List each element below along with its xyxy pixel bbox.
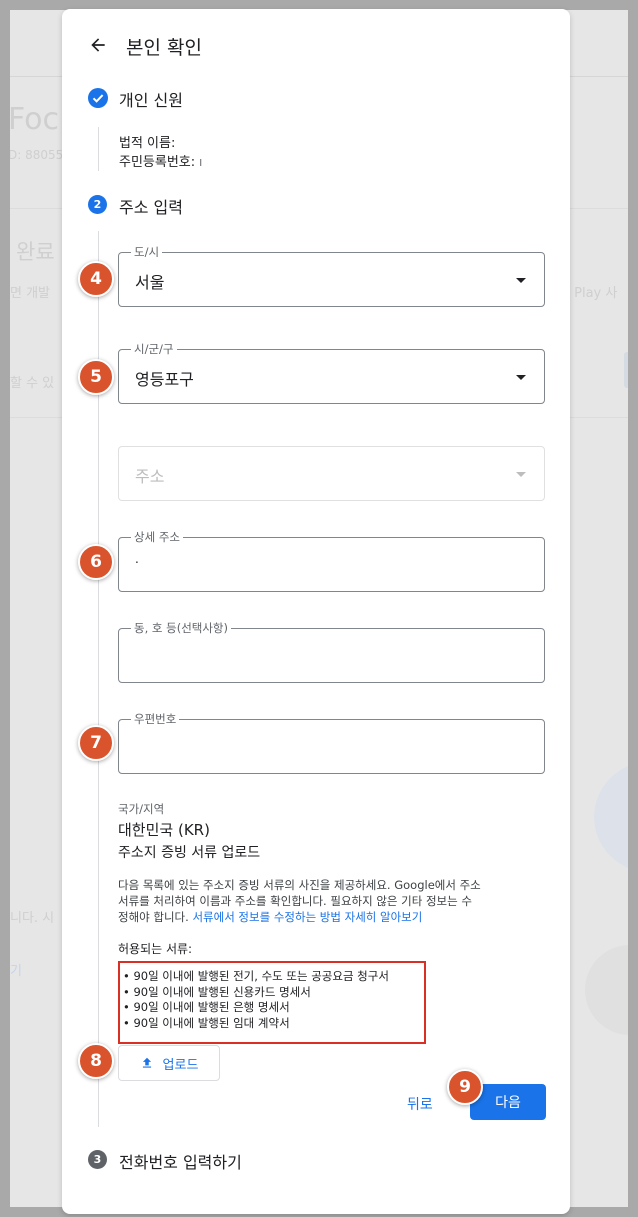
- dropdown-arrow-icon: [516, 472, 526, 477]
- detail-address-field[interactable]: 상세 주소 .: [118, 529, 545, 592]
- accepted-docs-list: • 90일 이내에 발행된 전기, 수도 또는 공공요금 청구서 • 90일 이…: [118, 961, 426, 1044]
- step3-label: 전화번호 입력하기: [119, 1153, 242, 1172]
- detail-address-value: .: [135, 552, 139, 566]
- identity-verification-dialog: 본인 확인 개인 신원 법적 이름: 주민등록번호: I 2 주소 입력 도/시…: [62, 9, 570, 1214]
- upload-icon: [142, 1057, 151, 1068]
- district-value: 영등포구: [135, 370, 194, 389]
- learn-more-link[interactable]: 서류에서 정보를 수정하는 방법 자세히 알아보기: [192, 910, 422, 924]
- district-label: 시/군/구: [131, 341, 177, 357]
- address-placeholder: 주소: [135, 467, 165, 486]
- background-heading: 완료: [16, 240, 55, 264]
- dropdown-arrow-icon: [516, 278, 526, 283]
- annotation-badge-8: 8: [78, 1043, 114, 1079]
- back-button[interactable]: 뒤로: [407, 1094, 433, 1114]
- upload-button[interactable]: 업로드: [118, 1045, 220, 1081]
- list-item: • 90일 이내에 발행된 신용카드 명세서: [123, 984, 311, 999]
- dialog-title: 본인 확인: [126, 37, 202, 59]
- background-link: 기: [10, 964, 22, 979]
- list-item: • 90일 이내에 발행된 전기, 수도 또는 공공요금 청구서: [123, 969, 389, 983]
- background-text-line: 할 수 있: [10, 376, 55, 391]
- legal-name-label: 법적 이름:: [119, 136, 176, 151]
- annotation-badge-4: 4: [78, 261, 114, 297]
- list-item: • 90일 이내에 발행된 임대 계약서: [123, 1015, 290, 1030]
- background-button-edge: [624, 352, 628, 388]
- background-text-line: 면 개발: [10, 286, 51, 301]
- description-line: 서류를 처리하여 이름과 주소를 확인합니다. 필요하지 않은 기타 정보는 수: [118, 894, 472, 908]
- background-text-line: 니다. 시: [10, 911, 55, 926]
- country-value: 대한민국 (KR): [118, 821, 210, 839]
- description-line: 정해야 합니다. 서류에서 정보를 수정하는 방법 자세히 알아보기: [118, 909, 538, 925]
- address-select[interactable]: 주소: [118, 446, 545, 501]
- annotation-badge-9: 9: [447, 1069, 483, 1105]
- postal-code-label: 우편번호: [131, 711, 180, 727]
- back-arrow-button[interactable]: [84, 31, 112, 59]
- arrow-back-icon: [91, 38, 105, 52]
- province-select[interactable]: 도/시 서울: [118, 244, 545, 307]
- background-text-line-right: e Play 사: [562, 286, 618, 301]
- step1-check-icon: [88, 88, 108, 112]
- annotation-badge-5: 5: [78, 359, 114, 395]
- detail-address-label: 상세 주소: [131, 529, 183, 545]
- district-select[interactable]: 시/군/구 영등포구: [118, 341, 545, 404]
- step2-number-icon: 2: [88, 195, 107, 214]
- description-line: 다음 목록에 있는 주소지 증빙 서류의 사진을 제공하세요. Google에서…: [118, 878, 481, 892]
- description-line-text: 정해야 합니다.: [118, 910, 193, 924]
- accepted-docs-heading: 허용되는 서류:: [118, 942, 193, 956]
- resident-number-label: 주민등록번호:: [119, 155, 200, 170]
- annotation-badge-7: 7: [78, 725, 114, 761]
- resident-number-row: 주민등록번호: I: [119, 151, 202, 170]
- step1-label: 개인 신원: [119, 91, 183, 110]
- province-value: 서울: [135, 273, 165, 292]
- postal-code-field[interactable]: 우편번호: [118, 711, 545, 774]
- step3-number-icon: 3: [88, 1150, 107, 1169]
- step1-connector-line: [98, 127, 99, 171]
- background-illustration-circle: [585, 945, 628, 1035]
- dropdown-arrow-icon: [516, 375, 526, 380]
- step2-label: 주소 입력: [119, 198, 183, 217]
- background-app-id: D: 88055: [10, 148, 64, 162]
- country-label: 국가/지역: [118, 802, 165, 816]
- resident-number-value: I: [199, 158, 203, 169]
- background-illustration-circle: [594, 762, 628, 872]
- province-label: 도/시: [131, 244, 163, 260]
- unit-field[interactable]: 동, 호 등(선택사항): [118, 620, 545, 683]
- annotation-badge-6: 6: [78, 544, 114, 580]
- unit-label: 동, 호 등(선택사항): [131, 620, 231, 636]
- upload-button-label: 업로드: [162, 1057, 199, 1073]
- upload-description: 다음 목록에 있는 주소지 증빙 서류의 사진을 제공하세요. Google에서…: [118, 877, 538, 925]
- list-item: • 90일 이내에 발행된 은행 명세서: [123, 1000, 290, 1014]
- background-app-title: Foc: [10, 102, 60, 137]
- upload-heading: 주소지 증빙 서류 업로드: [118, 845, 261, 861]
